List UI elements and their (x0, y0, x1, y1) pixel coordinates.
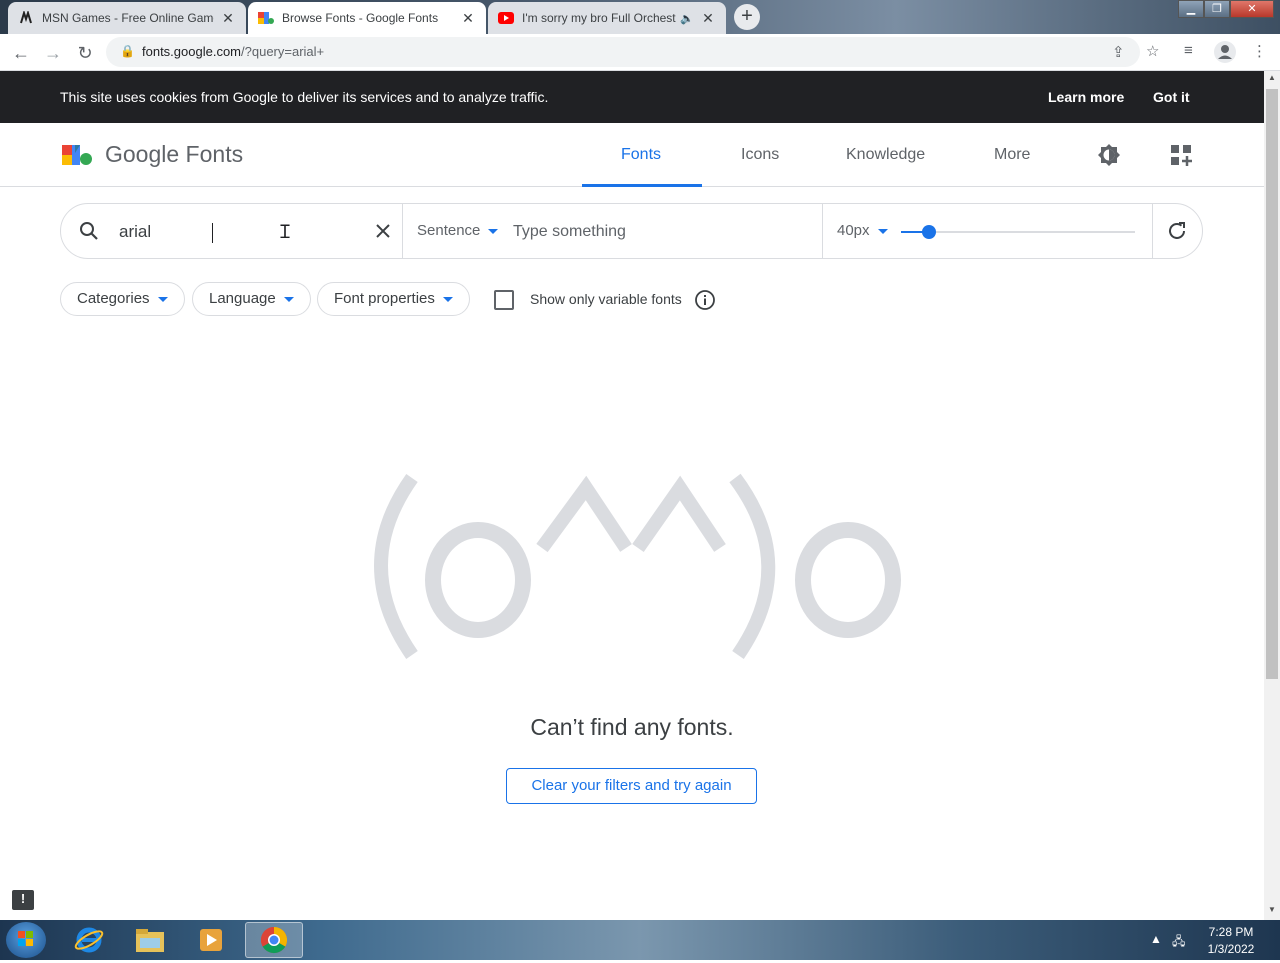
search-icon (80, 222, 98, 240)
tab-google-fonts[interactable]: Browse Fonts - Google Fonts ✕ (248, 2, 486, 34)
window-close-icon[interactable]: ✕ (1230, 0, 1274, 18)
tray-expand-arrow-icon[interactable]: ▲ (1150, 932, 1162, 946)
empty-state-title: Can’t find any fonts. (530, 714, 734, 740)
tab-title: Browse Fonts - Google Fonts (282, 11, 439, 25)
url-text: fonts.google.com/?query=arial+ (142, 44, 325, 59)
msn-icon (18, 10, 34, 26)
youtube-icon (498, 10, 514, 26)
profile-avatar-icon[interactable] (1214, 41, 1236, 63)
address-bar[interactable]: 🔒 fonts.google.com/?query=arial+ ⇪ (106, 37, 1140, 67)
window-controls: ▁ ❐ ✕ (1178, 0, 1274, 18)
variable-fonts-checkbox[interactable] (494, 290, 514, 310)
scroll-up-arrow-icon[interactable]: ▲ (1264, 73, 1280, 82)
info-icon[interactable] (694, 289, 716, 311)
browser-tabstrip: MSN Games - Free Online Games ✕ Browse F… (0, 0, 1280, 34)
maximize-icon[interactable]: ❐ (1204, 0, 1230, 18)
dropdown-arrow-icon (877, 228, 888, 234)
network-icon[interactable]: 🖧 (1172, 932, 1185, 953)
vertical-scrollbar[interactable]: ▲ ▼ (1264, 71, 1280, 920)
google-fonts-logo-icon[interactable] (62, 143, 92, 167)
start-button[interactable] (6, 922, 46, 958)
categories-filter[interactable]: Categories (60, 282, 185, 316)
close-tab-icon[interactable]: ✕ (700, 10, 716, 27)
reset-refresh-icon[interactable] (1165, 219, 1189, 243)
media-queue-icon[interactable]: ≡ (1184, 42, 1193, 59)
text-caret (212, 223, 213, 243)
windows-taskbar: ▲ 🖧 7:28 PM 1/3/2022 (0, 920, 1280, 960)
share-icon[interactable]: ⇪ (1112, 43, 1125, 61)
clock-date: 1/3/2022 (1207, 942, 1255, 956)
nav-more[interactable]: More (994, 146, 1030, 164)
learn-more-link[interactable]: Learn more (1048, 89, 1124, 105)
variable-fonts-label[interactable]: Show only variable fonts (530, 291, 682, 307)
new-tab-button[interactable]: + (734, 4, 760, 30)
browser-toolbar: ← → ↻ 🔒 fonts.google.com/?query=arial+ ⇪… (0, 34, 1280, 71)
apps-grid-icon[interactable] (1168, 142, 1194, 168)
tab-title: I'm sorry my bro Full Orchestra (522, 11, 677, 25)
logo-text[interactable]: Google Fonts (105, 141, 243, 168)
cookie-message: This site uses cookies from Google to de… (60, 89, 549, 105)
clear-filters-button[interactable]: Clear your filters and try again (506, 768, 757, 804)
scroll-down-arrow-icon[interactable]: ▼ (1264, 905, 1280, 914)
reload-icon[interactable]: ↻ (72, 40, 98, 66)
taskbar-chrome[interactable] (245, 922, 303, 958)
star-icon[interactable]: ☆ (1146, 42, 1159, 60)
dropdown-arrow-icon (283, 296, 294, 302)
slider-thumb[interactable] (922, 225, 936, 239)
taskbar-clock[interactable]: 7:28 PM 1/3/2022 (1196, 924, 1266, 958)
tab-title: MSN Games - Free Online Games (42, 11, 214, 25)
tab-msn-games[interactable]: MSN Games - Free Online Games ✕ (8, 2, 246, 34)
divider (1152, 204, 1153, 258)
windows-logo-icon (18, 931, 33, 946)
font-size-dropdown[interactable]: 40px (837, 222, 888, 239)
nav-icons[interactable]: Icons (741, 146, 779, 164)
menu-kebab-icon[interactable]: ⋮ (1252, 42, 1267, 60)
search-toolbar: Ｉ Sentence 40px (60, 203, 1203, 259)
nav-fonts[interactable]: Fonts (621, 146, 661, 164)
theme-toggle-icon[interactable] (1096, 142, 1122, 168)
back-arrow-icon[interactable]: ← (8, 40, 34, 66)
close-tab-icon[interactable]: ✕ (460, 10, 476, 27)
tab-youtube[interactable]: I'm sorry my bro Full Orchestra 🔈 ✕ (488, 2, 726, 34)
chrome-icon (260, 926, 288, 954)
font-properties-filter[interactable]: Font properties (317, 282, 470, 316)
clock-time: 7:28 PM (1208, 925, 1254, 939)
internet-explorer-icon (74, 927, 104, 953)
close-tab-icon[interactable]: ✕ (220, 10, 236, 27)
scrollbar-thumb[interactable] (1266, 89, 1278, 679)
active-nav-indicator (582, 184, 702, 187)
empty-state-emoticon: (o^^)o (374, 473, 901, 659)
got-it-button[interactable]: Got it (1153, 89, 1190, 105)
divider (822, 204, 823, 258)
cookie-banner: This site uses cookies from Google to de… (0, 71, 1264, 123)
minimize-icon[interactable]: ▁ (1178, 0, 1204, 18)
feedback-icon[interactable]: ! (12, 890, 34, 910)
nav-knowledge[interactable]: Knowledge (846, 146, 925, 164)
speaker-icon[interactable]: 🔈 (680, 12, 694, 25)
search-input[interactable] (117, 220, 367, 244)
media-player-icon (200, 929, 222, 951)
forward-arrow-icon[interactable]: → (40, 40, 66, 66)
folder-icon (136, 929, 164, 952)
taskbar-internet-explorer[interactable] (60, 922, 118, 958)
preview-mode-dropdown[interactable]: Sentence (417, 222, 499, 239)
taskbar-file-explorer[interactable] (121, 922, 179, 958)
font-size-slider[interactable] (901, 225, 1135, 239)
divider (402, 204, 403, 258)
dropdown-arrow-icon (442, 296, 453, 302)
taskbar-media-player[interactable] (182, 922, 240, 958)
preview-text-input[interactable] (511, 220, 811, 244)
lock-icon[interactable]: 🔒 (120, 44, 135, 58)
mouse-ibeam-cursor-icon: Ｉ (276, 222, 294, 242)
language-filter[interactable]: Language (192, 282, 311, 316)
site-header: Google Fonts Fonts Icons Knowledge More (0, 123, 1264, 187)
clear-search-icon[interactable] (372, 220, 394, 242)
dropdown-arrow-icon (157, 296, 168, 302)
dropdown-arrow-icon (488, 228, 499, 234)
google-fonts-icon (258, 10, 274, 26)
